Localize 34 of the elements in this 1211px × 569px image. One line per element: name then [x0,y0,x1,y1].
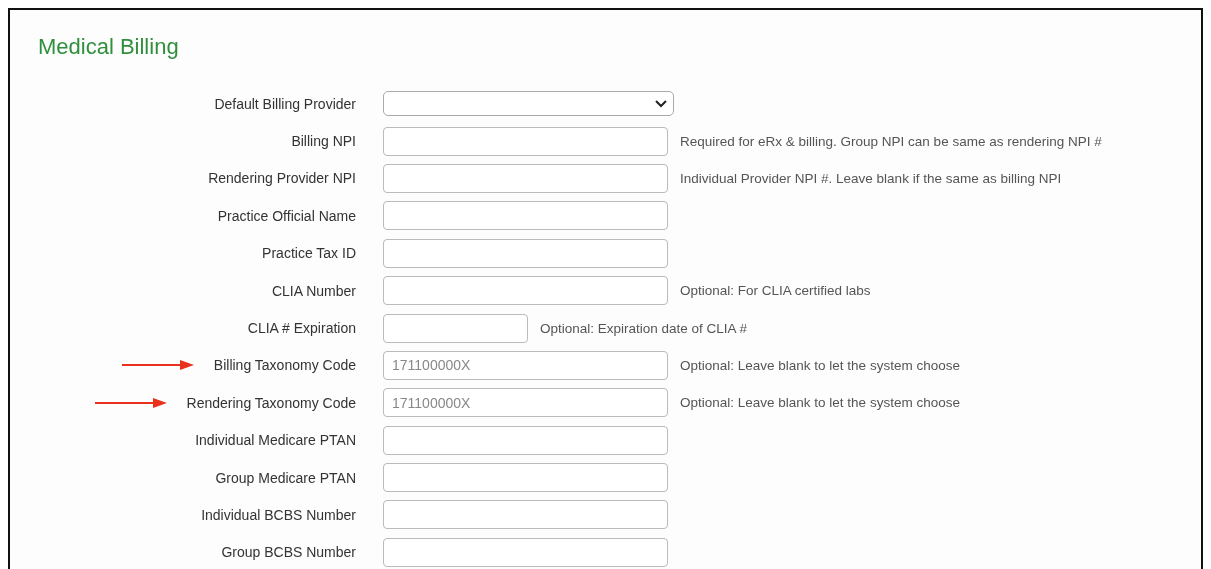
field-label: Practice Official Name [217,207,356,224]
chevron-icon [655,99,667,108]
field-label: Individual BCBS Number [201,507,356,523]
provider-dropdown[interactable] [383,91,674,117]
field-label: Group BCBS Number [221,544,356,561]
input-field[interactable]: 171100000X [383,350,668,380]
field-label: CLIA # Expiration [247,320,356,337]
field-label: CLIA Number [271,282,356,299]
input-field[interactable] [383,537,668,567]
input-field[interactable] [383,313,528,343]
field-hint: Optional: Leave blank to let the system choose [680,357,960,373]
input-field[interactable] [383,201,668,231]
field-label: Rendering Provider NPI [208,170,356,187]
field-hint: Optional: Expiration date of CLIA # [540,320,748,336]
field-label: Group Medicare PTAN [215,469,356,486]
field-hint: Optional: Leave blank to let the system choose [680,395,960,411]
input-field[interactable] [383,276,668,306]
field-label: Billing Taxonomy Code [213,357,356,374]
input-field[interactable] [383,238,668,268]
field-label: Rendering Taxonomy Code [186,394,356,411]
input-field[interactable] [383,463,668,493]
input-field[interactable] [383,500,668,530]
input-field[interactable] [383,425,668,455]
field-label: Individual Medicare PTAN [195,432,356,449]
field-label: Practice Tax ID [262,245,356,262]
input-field[interactable]: 171100000X [383,388,668,418]
field-hint: Individual Provider NPI #. Leave blank if the same as billing NPI [680,170,1062,186]
section-title: Medical Billing [37,33,180,60]
field-label: Billing NPI [291,133,356,150]
input-field[interactable] [383,126,668,156]
field-label: Default Billing Provider [214,95,356,112]
field-hint: Required for eRx & billing. Group NPI can be same as rendering NPI # [680,133,1102,149]
input-field[interactable] [383,163,668,193]
field-hint: Optional: For CLIA certified labs [680,283,871,299]
